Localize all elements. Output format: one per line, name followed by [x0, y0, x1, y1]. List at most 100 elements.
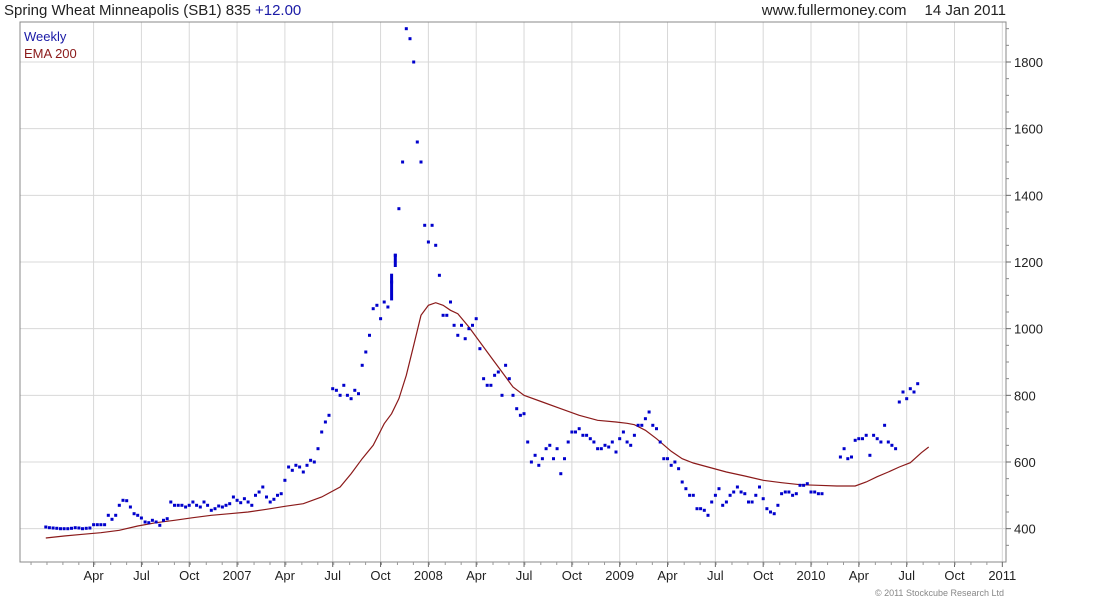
weekly-marker	[890, 443, 894, 447]
x-tick-label: Oct	[562, 568, 583, 583]
weekly-marker	[636, 423, 640, 427]
x-tick-label: 2007	[223, 568, 252, 583]
x-tick-label: Jul	[898, 568, 915, 583]
x-axis: Apr Jul Oct 2007 Apr Jul Oct 2008 Apr Jul Oct 2009 A…	[30, 562, 1016, 583]
weekly-marker	[357, 392, 360, 396]
weekly-marker	[279, 492, 283, 496]
weekly-marker	[283, 478, 287, 482]
weekly-marker	[412, 60, 416, 64]
weekly-marker	[81, 527, 84, 531]
weekly-marker	[507, 377, 511, 381]
weekly-marker	[607, 445, 611, 449]
weekly-marker	[581, 433, 585, 437]
weekly-marker	[754, 493, 758, 497]
weekly-marker	[460, 323, 463, 327]
weekly-marker	[680, 480, 684, 484]
weekly-marker	[691, 493, 695, 497]
weekly-marker	[250, 503, 254, 507]
weekly-marker	[213, 507, 217, 511]
x-tick-label: Oct	[179, 568, 200, 583]
weekly-marker	[688, 493, 692, 497]
weekly-marker	[643, 417, 647, 421]
weekly-marker	[423, 223, 427, 227]
weekly-marker	[132, 512, 136, 516]
weekly-marker	[426, 240, 430, 244]
weekly-marker	[526, 440, 530, 444]
weekly-marker	[360, 363, 364, 367]
weekly-marker	[353, 388, 357, 392]
weekly-marker	[202, 500, 206, 504]
weekly-marker	[154, 520, 158, 524]
y-axis: 400 600 800 1000 1200 1400 1600 1800	[1006, 28, 1043, 546]
weekly-marker	[677, 467, 681, 471]
weekly-marker	[242, 497, 246, 501]
weekly-marker	[776, 503, 780, 507]
weekly-marker	[397, 207, 401, 211]
weekly-marker	[655, 427, 658, 431]
weekly-marker	[747, 500, 750, 504]
weekly-marker	[548, 443, 552, 447]
weekly-marker	[566, 440, 570, 444]
weekly-marker	[176, 503, 180, 507]
weekly-marker	[610, 440, 614, 444]
weekly-marker	[816, 492, 820, 496]
weekly-marker	[415, 140, 419, 144]
weekly-marker	[268, 500, 272, 504]
weekly-marker	[349, 397, 353, 401]
weekly-marker	[673, 460, 677, 464]
weekly-marker	[106, 513, 110, 517]
weekly-marker	[699, 507, 703, 511]
weekly-marker	[437, 273, 441, 277]
weekly-marker	[235, 498, 239, 502]
weekly-marker	[59, 527, 62, 531]
weekly-marker	[99, 523, 103, 527]
weekly-marker	[798, 483, 802, 487]
weekly-marker	[254, 493, 257, 497]
weekly-marker	[901, 390, 905, 394]
weekly-marker	[555, 447, 559, 451]
weekly-marker	[364, 350, 368, 354]
weekly-marker	[66, 527, 70, 531]
weekly-marker	[629, 443, 633, 447]
x-tick-label: Jul	[324, 568, 341, 583]
weekly-marker	[883, 423, 887, 427]
weekly-marker	[228, 502, 232, 506]
weekly-marker	[666, 457, 669, 461]
weekly-marker	[706, 513, 710, 517]
weekly-marker	[298, 465, 302, 469]
weekly-marker	[95, 523, 99, 527]
weekly-marker	[916, 382, 920, 386]
weekly-marker	[180, 503, 184, 507]
weekly-marker	[533, 453, 537, 457]
weekly-marker	[73, 526, 77, 530]
weekly-marker	[783, 490, 787, 494]
weekly-marker	[125, 499, 129, 503]
weekly-marker	[504, 363, 508, 367]
weekly-marker	[301, 470, 305, 474]
weekly-marker	[305, 463, 309, 467]
weekly-marker	[312, 460, 316, 464]
y-tick-label: 800	[1014, 388, 1036, 403]
x-tick-label: Apr	[83, 568, 104, 583]
weekly-marker	[386, 305, 390, 309]
ema-200-line	[45, 302, 930, 539]
weekly-marker	[70, 526, 73, 530]
weekly-marker	[276, 493, 279, 497]
weekly-marker	[456, 333, 460, 337]
weekly-marker	[287, 465, 291, 469]
weekly-marker	[198, 505, 202, 509]
weekly-marker	[434, 243, 438, 247]
y-tick-label: 600	[1014, 455, 1036, 470]
weekly-marker	[908, 387, 912, 391]
weekly-marker	[563, 457, 566, 461]
weekly-marker	[150, 518, 154, 522]
weekly-marker	[143, 520, 147, 524]
weekly-marker	[401, 160, 405, 164]
weekly-marker	[77, 526, 81, 530]
weekly-marker	[191, 500, 195, 504]
weekly-marker	[231, 495, 235, 499]
x-tick-label: 2010	[797, 568, 826, 583]
weekly-marker	[51, 526, 55, 530]
weekly-marker	[467, 327, 471, 331]
weekly-marker	[371, 307, 375, 311]
